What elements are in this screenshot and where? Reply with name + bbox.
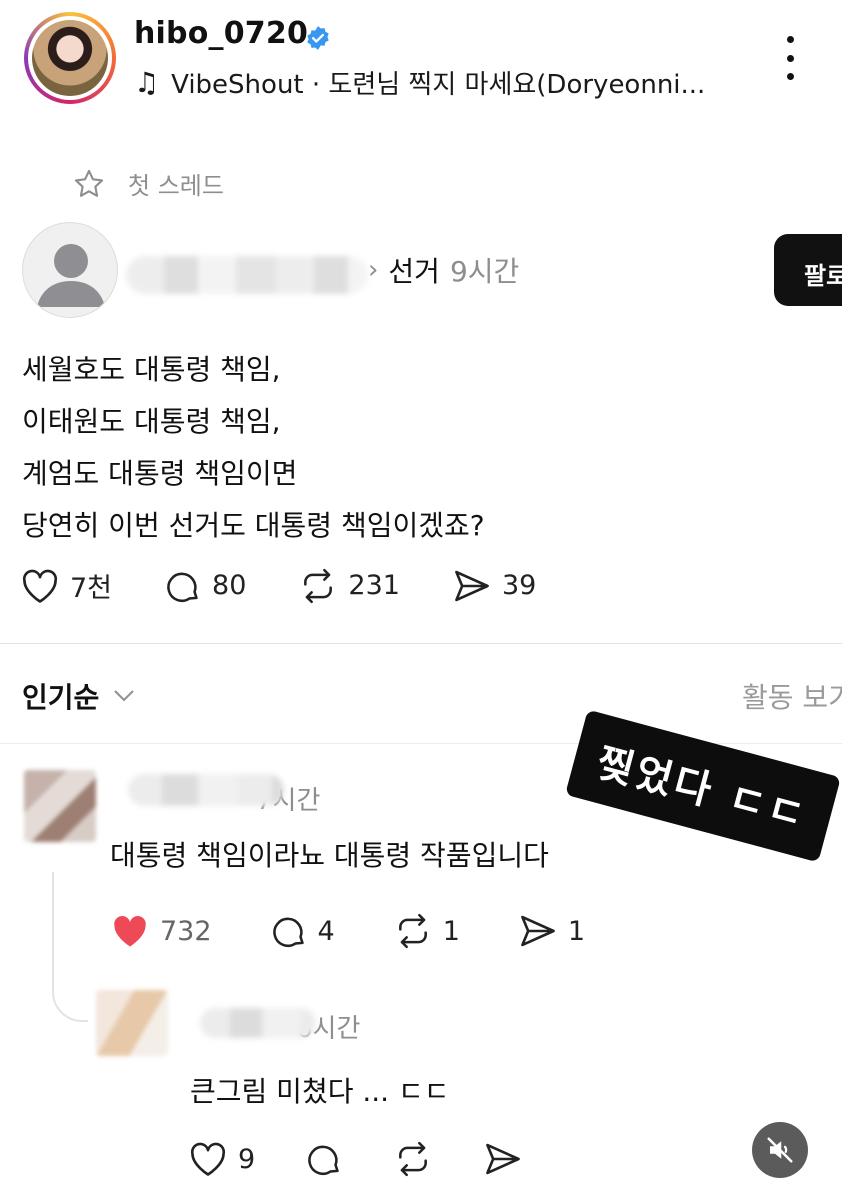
like-button[interactable]: 9 xyxy=(188,1141,255,1177)
chevron-right-icon: › xyxy=(368,255,379,285)
like-button[interactable]: 7천 xyxy=(20,566,112,605)
comment-count: 80 xyxy=(212,570,247,601)
post-time: 9시간 xyxy=(449,255,520,288)
repost-count: 231 xyxy=(348,570,400,601)
share-count: 1 xyxy=(567,915,586,947)
share-button[interactable]: 1 xyxy=(518,913,585,949)
comment-avatar-blurred[interactable] xyxy=(96,990,168,1056)
sort-dropdown[interactable]: 인기순 xyxy=(22,676,135,716)
repost-count: 1 xyxy=(442,915,460,947)
story-sticker: 찢었다 ㄷㄷ xyxy=(565,709,841,863)
comment-actions: 9 xyxy=(188,1140,573,1178)
divider xyxy=(0,643,842,644)
post-meta: › 선거 9시간 xyxy=(368,250,519,290)
verified-badge-icon xyxy=(307,26,329,50)
post-author-name-blurred[interactable] xyxy=(126,256,368,294)
share-icon xyxy=(486,1143,521,1175)
music-row[interactable]: ♫ VibeShout · 도련님 찍지 마세요(Doryeonni... xyxy=(134,64,705,101)
like-count: 7천 xyxy=(70,573,113,604)
profile-username[interactable]: hibo_0720 xyxy=(134,16,308,51)
music-title: VibeShout · 도련님 찍지 마세요(Doryeonni... xyxy=(171,70,706,100)
like-count: 9 xyxy=(238,1143,256,1175)
repost-button[interactable]: 1 xyxy=(393,912,460,950)
comment-author-blurred[interactable] xyxy=(128,774,284,806)
first-thread-label: 첫 스레드 xyxy=(72,166,224,201)
comment-text: 대통령 책임이라뇨 대통령 작품입니다 xyxy=(110,839,549,872)
comment-text: 큰그림 미쳤다 ... ㄷㄷ xyxy=(190,1075,450,1108)
mute-icon xyxy=(767,1137,793,1163)
follow-button[interactable]: 팔로 xyxy=(774,234,842,306)
reply-thread-line xyxy=(52,872,88,1022)
share-icon xyxy=(521,915,555,947)
comment-button[interactable]: 80 xyxy=(164,567,246,605)
comment-icon xyxy=(272,917,304,947)
comment-author-blurred[interactable] xyxy=(200,1008,316,1038)
like-count: 732 xyxy=(160,915,212,947)
post-body: 세월호도 대통령 책임, 이태원도 대통령 책임, 계엄도 대통령 책임이면 당… xyxy=(22,344,485,552)
repost-icon xyxy=(304,568,333,603)
profile-avatar[interactable] xyxy=(24,12,116,104)
default-user-icon xyxy=(37,244,105,307)
heart-icon xyxy=(22,569,58,603)
post-line: 당연히 이번 선거도 대통령 책임이겠죠? xyxy=(22,509,485,542)
post-line: 이태원도 대통령 책임, xyxy=(22,405,281,438)
share-button[interactable] xyxy=(483,1141,523,1177)
post-line: 세월호도 대통령 책임, xyxy=(22,353,281,386)
share-count: 39 xyxy=(501,570,537,601)
heart-filled-icon xyxy=(114,915,146,947)
mute-button[interactable] xyxy=(752,1122,808,1178)
repost-icon xyxy=(398,913,427,949)
post-line: 계엄도 대통령 책임이면 xyxy=(22,457,298,490)
comment-icon xyxy=(308,1145,339,1175)
music-note-icon: ♫ xyxy=(134,66,160,99)
more-icon[interactable] xyxy=(780,36,800,80)
post-topic[interactable]: 선거 xyxy=(388,250,440,290)
comment-actions: 732 4 1 1 xyxy=(110,912,643,950)
first-thread-text: 첫 스레드 xyxy=(128,172,224,200)
like-button[interactable]: 732 xyxy=(110,913,212,949)
comment-icon xyxy=(167,572,198,602)
repost-button[interactable]: 231 xyxy=(298,567,400,605)
comment-count: 4 xyxy=(317,915,335,947)
share-button[interactable]: 39 xyxy=(452,568,536,604)
repost-button[interactable] xyxy=(393,1140,433,1178)
comment-avatar-blurred[interactable] xyxy=(24,770,96,842)
heart-icon xyxy=(190,1142,226,1176)
chevron-down-icon xyxy=(114,690,134,702)
post-author-avatar[interactable] xyxy=(22,222,118,318)
repost-icon xyxy=(399,1141,428,1177)
comment-button[interactable] xyxy=(305,1140,343,1178)
activity-link[interactable]: 활동 보기 xyxy=(742,676,842,716)
star-icon xyxy=(74,169,104,197)
comment-button[interactable]: 4 xyxy=(270,912,335,950)
sort-label: 인기순 xyxy=(22,681,100,714)
share-icon xyxy=(455,570,489,601)
post-actions: 7천 80 231 39 xyxy=(20,566,588,605)
